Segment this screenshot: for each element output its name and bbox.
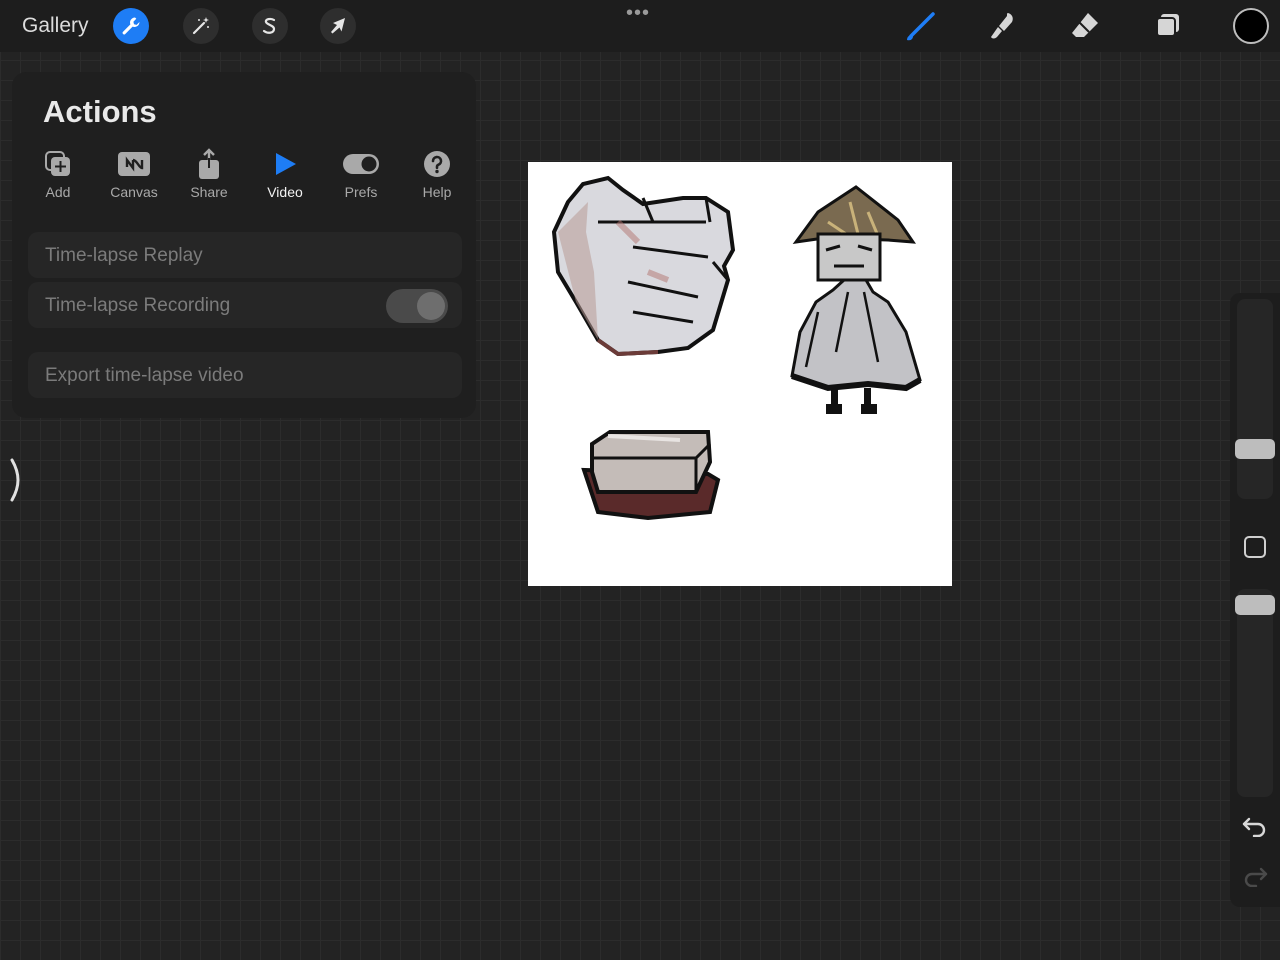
actions-panel: Actions Add Canvas Share Video Prefs Hel… <box>12 72 476 418</box>
play-icon <box>276 153 296 175</box>
layers-button[interactable] <box>1150 8 1186 44</box>
selection-button[interactable] <box>252 8 288 44</box>
toggle-knob <box>417 292 445 320</box>
arrow-cursor-icon <box>331 18 345 34</box>
straw-hat-figure-drawing <box>790 185 922 414</box>
timelapse-replay-label: Time-lapse Replay <box>45 245 203 266</box>
magic-wand-icon <box>192 17 209 35</box>
brush-size-thumb[interactable] <box>1235 439 1275 459</box>
add-layer-icon <box>45 151 70 176</box>
tab-label: Prefs <box>344 184 378 200</box>
actions-wrench-button[interactable] <box>113 8 149 44</box>
right-sidebar <box>1230 293 1280 907</box>
tab-video[interactable]: Video <box>257 148 313 200</box>
tab-prefs[interactable]: Prefs <box>333 148 389 200</box>
export-timelapse-row[interactable]: Export time-lapse video <box>28 352 462 398</box>
tab-add[interactable]: Add <box>30 148 86 200</box>
tab-label: Video <box>267 184 303 200</box>
timelapse-recording-toggle[interactable] <box>386 289 448 323</box>
canvas-artwork <box>551 175 922 521</box>
layers-icon <box>1156 14 1179 37</box>
opacity-thumb[interactable] <box>1235 595 1275 615</box>
timelapse-recording-label: Time-lapse Recording <box>45 295 231 316</box>
tab-share[interactable]: Share <box>181 148 237 200</box>
tab-label: Add <box>45 184 71 200</box>
selection-s-icon <box>262 17 276 34</box>
modifier-square-button[interactable] <box>1244 536 1266 558</box>
brush-tool-button[interactable] <box>902 8 938 44</box>
undo-icon[interactable] <box>1242 815 1268 837</box>
timelapse-recording-row: Time-lapse Recording <box>28 282 462 328</box>
fist-drawing <box>551 175 736 357</box>
brush-icon <box>907 12 935 41</box>
help-icon <box>424 151 450 177</box>
share-icon <box>199 148 219 179</box>
tab-canvas[interactable]: Canvas <box>106 148 162 200</box>
drawing-canvas[interactable] <box>528 162 952 586</box>
gallery-button[interactable]: Gallery <box>22 14 89 38</box>
color-picker-button[interactable] <box>1233 8 1269 44</box>
brush-size-slider[interactable] <box>1235 299 1275 499</box>
eraser-tool-button[interactable] <box>1067 8 1103 44</box>
toggle-icon <box>343 154 379 174</box>
box-on-platform-drawing <box>581 430 721 521</box>
transform-button[interactable] <box>320 8 356 44</box>
eraser-icon <box>1072 13 1098 37</box>
adjustments-button[interactable] <box>183 8 219 44</box>
smudge-icon <box>991 13 1013 39</box>
opacity-slider[interactable] <box>1235 589 1275 797</box>
actions-tabs: Add Canvas Share Video Prefs Help <box>30 148 470 204</box>
smudge-tool-button[interactable] <box>984 8 1020 44</box>
more-options-icon[interactable]: ••• <box>626 2 650 25</box>
tab-label: Share <box>190 184 228 200</box>
redo-icon[interactable] <box>1242 865 1268 887</box>
wrench-icon <box>122 17 140 35</box>
chevron-right-icon <box>10 458 20 502</box>
export-timelapse-label: Export time-lapse video <box>45 365 244 386</box>
timelapse-replay-row[interactable]: Time-lapse Replay <box>28 232 462 278</box>
tab-help[interactable]: Help <box>409 148 465 200</box>
expand-sidebar-handle[interactable] <box>0 440 32 520</box>
canvas-icon <box>118 152 150 176</box>
tab-label: Canvas <box>110 184 158 200</box>
panel-title: Actions <box>43 94 157 129</box>
top-toolbar: Gallery ••• <box>0 0 1280 52</box>
tab-label: Help <box>422 184 452 200</box>
